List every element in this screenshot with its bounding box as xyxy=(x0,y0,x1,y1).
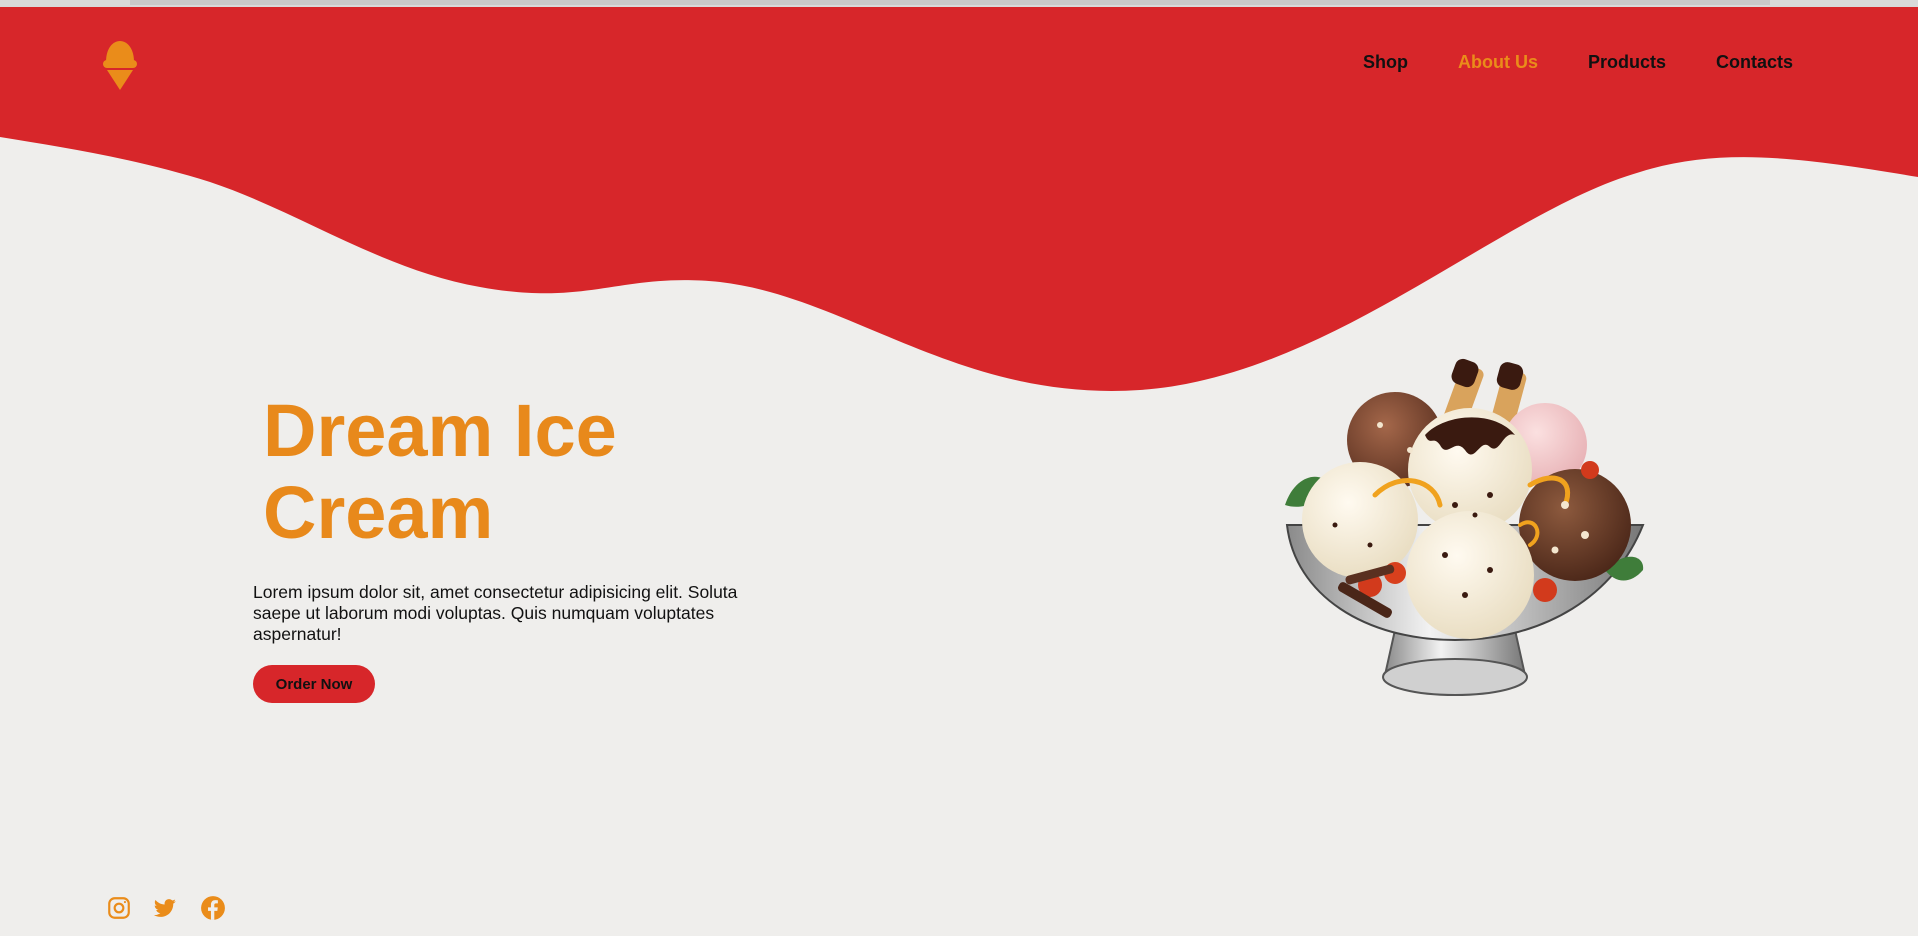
nav-about-us[interactable]: About Us xyxy=(1458,52,1538,73)
hero-description: Lorem ipsum dolor sit, amet consectetur … xyxy=(253,582,738,644)
nav-products[interactable]: Products xyxy=(1588,52,1666,73)
hero-title-line2: Cream xyxy=(263,471,494,554)
order-now-button[interactable]: Order Now xyxy=(253,665,375,703)
ice-cream-bowl-image xyxy=(1285,358,1645,696)
main-nav: Shop About Us Products Contacts xyxy=(0,52,1918,82)
hero-title: Dream Ice Cream xyxy=(263,390,783,554)
twitter-icon[interactable] xyxy=(152,895,178,921)
facebook-icon[interactable] xyxy=(200,895,226,921)
browser-top-strip xyxy=(0,0,1918,7)
hero-title-line1: Dream Ice xyxy=(263,389,617,472)
nav-contacts[interactable]: Contacts xyxy=(1716,52,1793,73)
instagram-icon[interactable] xyxy=(106,895,132,921)
nav-shop[interactable]: Shop xyxy=(1363,52,1408,73)
